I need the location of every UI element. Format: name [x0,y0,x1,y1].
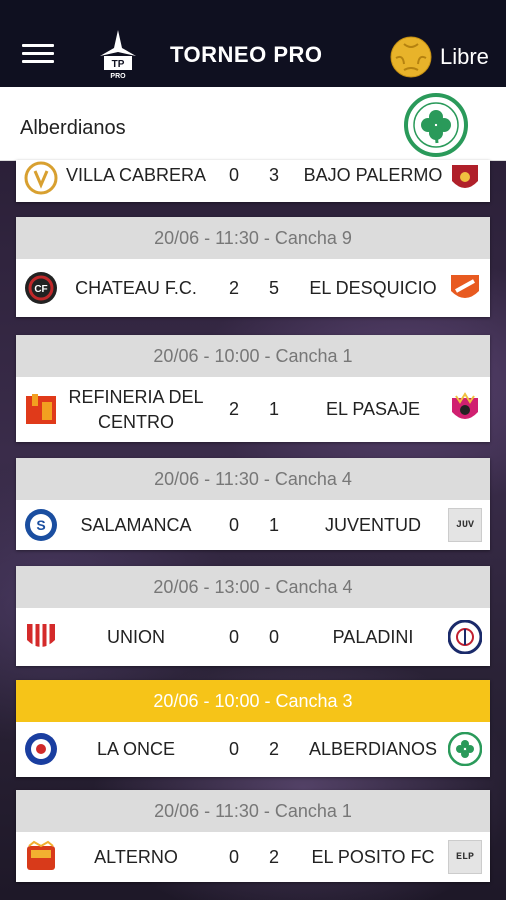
match-header: 20/06 - 11:30 - Cancha 1 [16,790,490,832]
juventud-badge: JUV [448,508,482,542]
home-team: VILLA CABRERA [65,164,207,185]
away-score: 2 [268,739,279,759]
villa-cabrera-crest [24,161,58,195]
match-card[interactable]: VILLA CABRERA 0 3 BAJO PALERMO [16,160,490,202]
match-card[interactable]: 20/06 - 11:30 - Cancha 1 ALTERNO 0 2 EL … [16,790,490,882]
home-score: 0 [228,515,239,535]
away-team: EL DESQUICIO [309,277,437,298]
home-score: 0 [228,165,239,185]
el-desquicio-crest [451,275,479,298]
home-score: 0 [228,627,239,647]
home-team: ALTERNO [94,846,178,867]
away-team: ALBERDIANOS [308,739,438,759]
away-score: 0 [268,627,279,647]
libre-button[interactable]: Libre [440,44,489,70]
salamanca-crest: S [25,509,57,541]
union-crest [27,624,55,650]
away-score: 2 [268,847,279,867]
away-score: 3 [268,165,279,185]
home-score: 2 [228,278,239,298]
torneo-pro-logo: TP PRO [100,30,136,80]
svg-text:CF: CF [34,284,47,295]
home-team: LA ONCE [96,739,176,759]
match-header: 20/06 - 13:00 - Cancha 4 [16,566,490,608]
refineria-crest [26,394,56,424]
away-score: 1 [268,515,279,535]
alberdianos-small-crest [448,732,482,766]
ball-icon[interactable] [390,36,432,78]
away-team: EL PASAJE [325,399,421,419]
el-posito-badge: ELP [448,840,482,874]
match-header: 20/06 - 11:30 - Cancha 9 [16,217,490,259]
match-card[interactable]: 20/06 - 13:00 - Cancha 4 UNION 0 0 PALAD… [16,566,490,666]
app-title: TORNEO PRO [170,42,323,67]
team-name[interactable]: Alberdianos [20,117,126,140]
match-header: 20/06 - 10:00 - Cancha 1 [16,335,490,377]
away-score: 1 [268,399,279,419]
svg-text:PRO: PRO [110,73,126,80]
match-card[interactable]: 20/06 - 10:00 - Cancha 3 LA ONCE 0 2 ALB… [16,680,490,777]
el-pasaje-crest [452,392,478,419]
home-score: 0 [228,739,239,759]
match-card[interactable]: 20/06 - 11:30 - Cancha 4 S SALAMANCA 0 1… [16,458,490,550]
svg-text:S: S [36,517,45,533]
alterno-crest [27,840,55,870]
chateau-crest: CF [25,272,57,304]
home-score: 2 [228,399,239,419]
home-team: CHATEAU F.C. [75,277,197,298]
away-team: EL POSITO FC [311,846,435,867]
la-once-crest [25,733,57,765]
away-team: JUVENTUD [324,514,421,535]
alberdianos-crest [404,93,468,157]
home-team: UNION [107,626,165,647]
away-team: PALADINI [332,626,414,647]
bajo-palermo-crest [452,165,478,188]
away-team: BAJO PALERMO [303,164,443,185]
app-header: TP PRO TORNEO PRO Libre [0,0,506,87]
match-card[interactable]: 20/06 - 11:30 - Cancha 9 CF CHATEAU F.C.… [16,217,490,317]
paladini-crest [448,620,482,654]
home-team: REFINERIA DEL CENTRO [68,386,204,432]
match-header: 20/06 - 10:00 - Cancha 3 [16,680,490,722]
home-team: SALAMANCA [80,514,192,535]
match-header: 20/06 - 11:30 - Cancha 4 [16,458,490,500]
menu-icon[interactable] [22,44,54,66]
svg-text:TP: TP [112,59,125,70]
away-score: 5 [268,278,279,298]
home-score: 0 [228,847,239,867]
match-card[interactable]: 20/06 - 10:00 - Cancha 1 REFINERIA DEL C… [16,335,490,442]
